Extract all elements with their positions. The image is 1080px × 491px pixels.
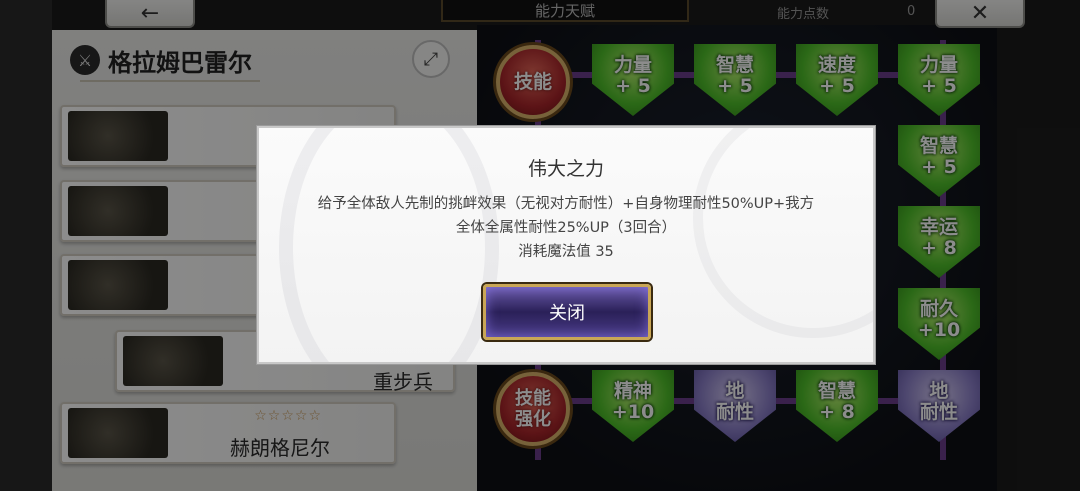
close-button-label: 关闭 — [549, 303, 585, 324]
dialog-title: 伟大之力 — [527, 158, 604, 180]
mana-cost: 消耗魔法值 35 — [518, 244, 614, 260]
description-line: 全体全属性耐性25%UP（3回合） — [455, 220, 677, 236]
dialog-close-button[interactable]: 关闭 — [483, 284, 651, 340]
dialog-description: 给予全体敌人先制的挑衅效果（无视对方耐性）+自身物理耐性50%UP+我方 全体全… — [259, 192, 873, 240]
game-screen: ⚔ 格拉姆巴雷尔 ⤢ 格拉 重步兵 ☆☆☆☆☆ 赫朗格尼尔 技能 力量 + 5 … — [0, 0, 1080, 491]
description-line: 给予全体敌人先制的挑衅效果（无视对方耐性）+自身物理耐性50%UP+我方 — [317, 196, 815, 212]
skill-info-dialog: 伟大之力 给予全体敌人先制的挑衅效果（无视对方耐性）+自身物理耐性50%UP+我… — [257, 126, 875, 364]
